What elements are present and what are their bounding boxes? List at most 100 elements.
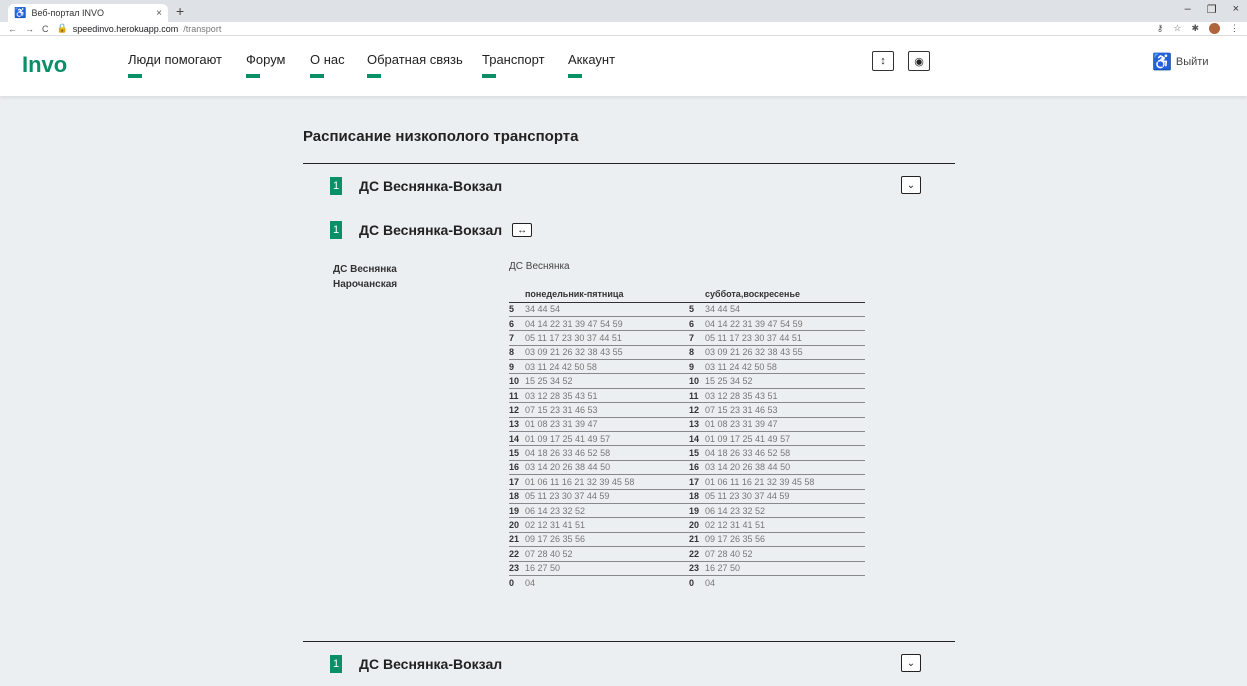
hour-cell: 18 <box>689 489 705 504</box>
forward-icon[interactable]: → <box>25 24 34 34</box>
nav-item-people-help[interactable]: Люди помогают <box>128 52 222 78</box>
minutes-cell: 07 15 23 31 46 53 <box>525 402 689 418</box>
minimize-icon[interactable]: – <box>1185 3 1191 16</box>
nav-underline <box>482 74 496 78</box>
hour-cell: 17 <box>689 474 705 490</box>
hour-cell: 11 <box>509 388 525 404</box>
swap-direction-icon[interactable]: ↔ <box>512 223 533 237</box>
minutes-cell: 02 12 31 41 51 <box>525 517 689 533</box>
hour-cell: 17 <box>509 474 525 490</box>
stop-item[interactable]: Нарочанская <box>333 277 397 292</box>
minutes-cell: 02 12 31 41 51 <box>705 517 865 533</box>
minutes-cell: 05 11 17 23 30 37 44 51 <box>525 330 689 346</box>
logout-button[interactable]: ♿ Выйти <box>1152 52 1209 72</box>
site-header: Invo Люди помогают Форум О нас Обратная … <box>0 36 1247 96</box>
weekend-header: суббота,воскресенье <box>705 288 865 303</box>
table-row: 19 06 14 23 32 52 19 06 14 23 32 52 <box>509 503 865 519</box>
hour-cell: 8 <box>509 345 525 361</box>
font-size-icon: ↕ <box>880 55 886 67</box>
url-field[interactable]: 🔒 speedinvo.herokuapp.com/transport <box>57 23 222 34</box>
minutes-cell: 03 12 28 35 43 51 <box>705 388 865 404</box>
minutes-cell: 04 14 22 31 39 47 54 59 <box>705 316 865 332</box>
extensions-icon[interactable]: ✱ <box>1191 23 1199 34</box>
minutes-cell: 04 <box>705 577 716 588</box>
hour-cell: 16 <box>509 460 525 476</box>
nav-underline <box>128 74 142 78</box>
hour-cell: 14 <box>689 431 705 447</box>
window-close-icon[interactable]: × <box>1233 3 1239 16</box>
nav-item-forum[interactable]: Форум <box>246 52 286 78</box>
minutes-cell: 03 11 24 42 50 58 <box>525 359 689 375</box>
stop-item[interactable]: ДС Веснянка <box>333 262 397 277</box>
minutes-cell: 01 09 17 25 41 49 57 <box>705 431 865 447</box>
reload-icon[interactable]: C <box>42 24 49 34</box>
browser-tab-bar: ♿ Веб-портал INVO × + – ❐ × <box>0 0 1247 22</box>
minutes-cell: 01 08 23 31 39 47 <box>525 417 689 433</box>
minutes-cell: 04 18 26 33 46 52 58 <box>705 445 865 461</box>
minutes-cell: 15 25 34 52 <box>525 373 689 389</box>
hour-cell: 23 <box>689 561 705 576</box>
table-row: 10 15 25 34 52 10 15 25 34 52 <box>509 373 865 389</box>
star-icon[interactable]: ☆ <box>1173 23 1181 34</box>
chevron-down-icon[interactable]: ⌄ <box>901 176 921 194</box>
hour-cell: 22 <box>689 546 705 562</box>
hour-cell: 7 <box>509 330 525 346</box>
hour-cell: 20 <box>689 517 705 533</box>
table-row: 20 02 12 31 41 51 20 02 12 31 41 51 <box>509 517 865 533</box>
chevron-down-icon[interactable]: ⌄ <box>901 654 921 672</box>
hour-cell: 12 <box>689 402 705 418</box>
hour-cell: 10 <box>509 373 525 389</box>
minutes-cell: 01 08 23 31 39 47 <box>705 417 865 433</box>
key-icon[interactable]: ⚷ <box>1157 23 1164 34</box>
lock-icon: 🔒 <box>56 23 68 33</box>
nav-item-about[interactable]: О нас <box>310 52 345 78</box>
minutes-cell: 07 28 40 52 <box>705 546 865 562</box>
stop-list: ДС Веснянка Нарочанская <box>333 262 397 292</box>
minutes-cell: 16 27 50 <box>705 561 865 576</box>
route-number-badge: 1 <box>330 177 342 195</box>
visually-impaired-button[interactable]: ◉ <box>908 51 930 71</box>
hour-cell: 16 <box>689 460 705 476</box>
new-tab-button[interactable]: + <box>176 3 184 19</box>
route-accordion-header[interactable]: 1 ДС Веснянка-Вокзал ⌄ <box>303 164 955 208</box>
hour-cell: 6 <box>689 316 705 332</box>
site-logo[interactable]: Invo <box>22 52 67 78</box>
minutes-cell: 09 17 26 35 56 <box>525 532 689 548</box>
table-row: 18 05 11 23 30 37 44 59 18 05 11 23 30 37 4… <box>509 489 865 504</box>
hour-cell: 22 <box>509 546 525 562</box>
menu-icon[interactable]: ⋮ <box>1230 23 1239 34</box>
tab-close-icon[interactable]: × <box>156 8 162 19</box>
nav-underline <box>310 74 324 78</box>
maximize-icon[interactable]: ❐ <box>1207 3 1217 16</box>
tab-title: Веб-портал INVO <box>31 8 104 18</box>
table-row: 11 03 12 28 35 43 51 11 03 12 28 35 43 51 <box>509 388 865 404</box>
hour-cell: 19 <box>689 503 705 519</box>
table-row: 22 07 28 40 52 22 07 28 40 52 <box>509 546 865 562</box>
wheelchair-icon: ♿ <box>1152 54 1172 71</box>
hour-cell: 21 <box>689 532 705 548</box>
back-icon[interactable]: ← <box>8 24 17 34</box>
nav-item-account[interactable]: Аккаунт <box>568 52 615 78</box>
minutes-cell: 07 28 40 52 <box>525 546 689 562</box>
hour-cell: 5 <box>509 302 525 317</box>
hour-cell: 8 <box>689 345 705 361</box>
nav-item-feedback[interactable]: Обратная связь <box>367 52 463 78</box>
profile-avatar[interactable] <box>1209 23 1220 34</box>
route-accordion-header[interactable]: 1 ДС Веснянка-Вокзал ⌄ <box>303 642 955 686</box>
table-row: 21 09 17 26 35 56 21 09 17 26 35 56 <box>509 532 865 548</box>
browser-tab[interactable]: ♿ Веб-портал INVO × <box>8 4 168 22</box>
route-name: ДС Веснянка-Вокзал <box>359 222 503 238</box>
table-row: 13 01 08 23 31 39 47 13 01 08 23 31 39 47 <box>509 417 865 433</box>
table-row: 5 34 44 54 5 34 44 54 <box>509 302 865 317</box>
minutes-cell: 34 44 54 <box>525 302 689 317</box>
table-row: 7 05 11 17 23 30 37 44 51 7 05 11 17 23 30 … <box>509 330 865 346</box>
hour-cell: 20 <box>509 517 525 533</box>
route-number-badge: 1 <box>330 221 342 239</box>
font-size-button[interactable]: ↕ <box>872 51 894 71</box>
table-row: 15 04 18 26 33 46 52 58 15 04 18 26 33 46 5… <box>509 445 865 461</box>
page-title: Расписание низкополого транспорта <box>303 128 955 164</box>
minutes-cell: 04 18 26 33 46 52 58 <box>525 445 689 461</box>
nav-item-transport[interactable]: Транспорт <box>482 52 545 78</box>
hour-cell: 11 <box>689 388 705 404</box>
minutes-cell: 03 09 21 26 32 38 43 55 <box>525 345 689 361</box>
